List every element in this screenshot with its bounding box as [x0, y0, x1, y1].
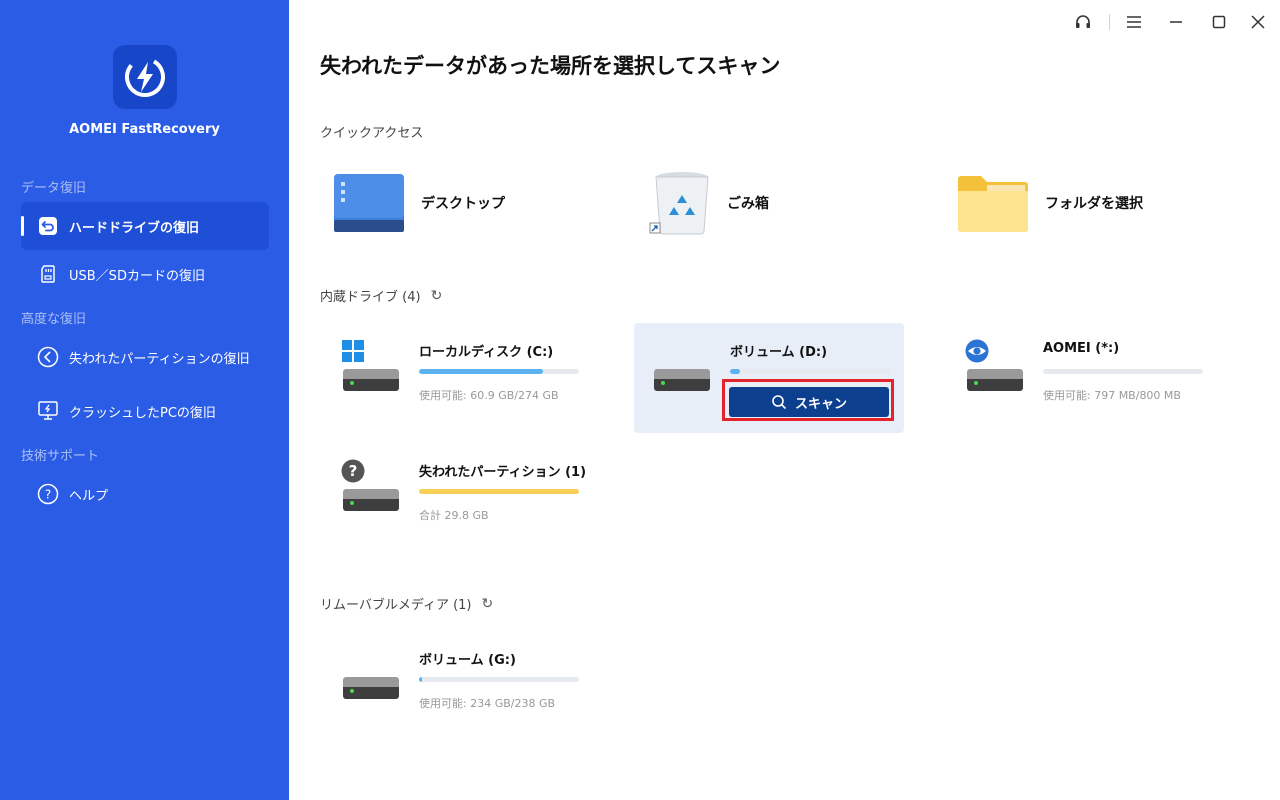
windows-logo-icon [342, 340, 364, 362]
recycle-bin-icon [649, 172, 709, 235]
internal-drives-label: 内蔵ドライブ (4) ↻ [320, 286, 443, 306]
minimize-icon[interactable] [1164, 10, 1188, 34]
quick-item-label: ごみ箱 [727, 196, 769, 212]
quick-access-label: クイックアクセス [320, 126, 424, 141]
svg-text:?: ? [45, 488, 51, 502]
quick-item-desktop[interactable]: デスクトップ [333, 165, 505, 241]
drive-info: 使用可能: 234 GB/238 GB [419, 697, 556, 710]
removable-media-label-text: リムーバブルメディア (1) [320, 598, 472, 613]
lightning-icon [125, 57, 165, 97]
drive-info: 使用可能: 60.9 GB/274 GB [419, 389, 559, 402]
sidebar-item-hard-drive-recovery[interactable]: ハードドライブの復旧 [21, 202, 269, 250]
back-circle-icon [37, 346, 59, 368]
refresh-icon[interactable]: ↻ [431, 288, 443, 304]
drive-name: AOMEI (*:) [1043, 341, 1120, 356]
close-icon[interactable] [1246, 10, 1270, 34]
sidebar-item-label: USB／SDカードの復旧 [69, 268, 205, 284]
hdd-icon [652, 339, 712, 391]
internal-drives-label-text: 内蔵ドライブ (4) [320, 290, 421, 305]
drive-card-g[interactable]: ボリューム (G:) 使用可能: 234 GB/238 GB [323, 631, 593, 741]
quick-item-label: フォルダを選択 [1045, 196, 1143, 212]
maximize-icon[interactable] [1207, 10, 1231, 34]
drive-name: ローカルディスク (C:) [419, 345, 554, 360]
sidebar-item-label: ハードドライブの復旧 [69, 220, 200, 236]
desktop-icon [334, 174, 404, 232]
divider [1109, 14, 1110, 30]
help-circle-icon: ? [37, 483, 59, 505]
page-title: 失われたデータがあった場所を選択してスキャン [320, 54, 781, 78]
usage-bar [419, 489, 579, 494]
undo-arrow-icon [37, 215, 59, 237]
drive-info: 合計 29.8 GB [419, 509, 489, 522]
headset-icon[interactable] [1071, 10, 1095, 34]
sidebar-item-help[interactable]: ? ヘルプ [21, 470, 269, 518]
sidebar-item-label: ヘルプ [69, 488, 109, 504]
sidebar-item-usb-sd-recovery[interactable]: USB／SDカードの復旧 [21, 250, 269, 298]
usage-bar [419, 677, 579, 682]
hdd-icon [341, 647, 401, 699]
search-icon [772, 395, 787, 410]
drive-card-c[interactable]: ローカルディスク (C:) 使用可能: 60.9 GB/274 GB [323, 323, 593, 433]
quick-item-label: デスクトップ [421, 196, 505, 212]
sidebar: AOMEI FastRecovery データ復旧 ハードドライブの復旧 USB／… [0, 0, 289, 800]
usage-bar [1043, 369, 1203, 374]
folder-icon [958, 176, 1028, 232]
monitor-flash-icon [37, 400, 59, 422]
quick-item-select-folder[interactable]: フォルダを選択 [957, 165, 1143, 241]
quick-item-recycle-bin[interactable]: ごみ箱 [649, 165, 769, 241]
sidebar-item-label: クラッシュしたPCの復旧 [69, 405, 216, 421]
usage-bar [730, 369, 890, 374]
sidebar-item-crashed-pc-recovery[interactable]: クラッシュしたPCの復旧 [21, 387, 269, 435]
drive-card-d[interactable]: ボリューム (D:) スキャン [634, 323, 904, 433]
hdd-icon [341, 339, 401, 391]
sd-card-icon [37, 263, 59, 285]
usage-bar [419, 369, 579, 374]
app-name: AOMEI FastRecovery [69, 122, 220, 137]
sidebar-item-label: 失われたパーティションの復旧 [69, 351, 250, 367]
section-tech-support: 技術サポート [21, 449, 100, 464]
menu-icon[interactable] [1122, 10, 1146, 34]
drive-card-aomei[interactable]: AOMEI (*:) 使用可能: 797 MB/800 MB [947, 323, 1217, 433]
eye-icon [965, 339, 989, 363]
section-data-recovery: データ復旧 [21, 181, 87, 196]
svg-text:?: ? [349, 462, 358, 480]
scan-button[interactable]: スキャン [729, 387, 889, 417]
removable-media-label: リムーバブルメディア (1) ↻ [320, 594, 494, 614]
drive-name: ボリューム (D:) [730, 345, 828, 360]
hdd-icon: ? [341, 459, 401, 511]
question-icon: ? [341, 459, 365, 483]
app-logo [113, 45, 177, 109]
main-panel: 失われたデータがあった場所を選択してスキャン クイックアクセス デスクトップ ご… [289, 0, 1280, 800]
hdd-icon [965, 339, 1025, 391]
sidebar-item-lost-partition-recovery[interactable]: 失われたパーティションの復旧 [21, 333, 269, 381]
drive-name: ボリューム (G:) [419, 653, 516, 668]
drive-name: 失われたパーティション (1) [419, 465, 587, 480]
refresh-icon[interactable]: ↻ [482, 596, 494, 612]
drive-info: 使用可能: 797 MB/800 MB [1043, 389, 1181, 402]
scan-button-label: スキャン [794, 396, 847, 412]
section-advanced-recovery: 高度な復旧 [21, 312, 87, 327]
drive-card-lost-partition[interactable]: ? 失われたパーティション (1) 合計 29.8 GB [323, 443, 593, 553]
